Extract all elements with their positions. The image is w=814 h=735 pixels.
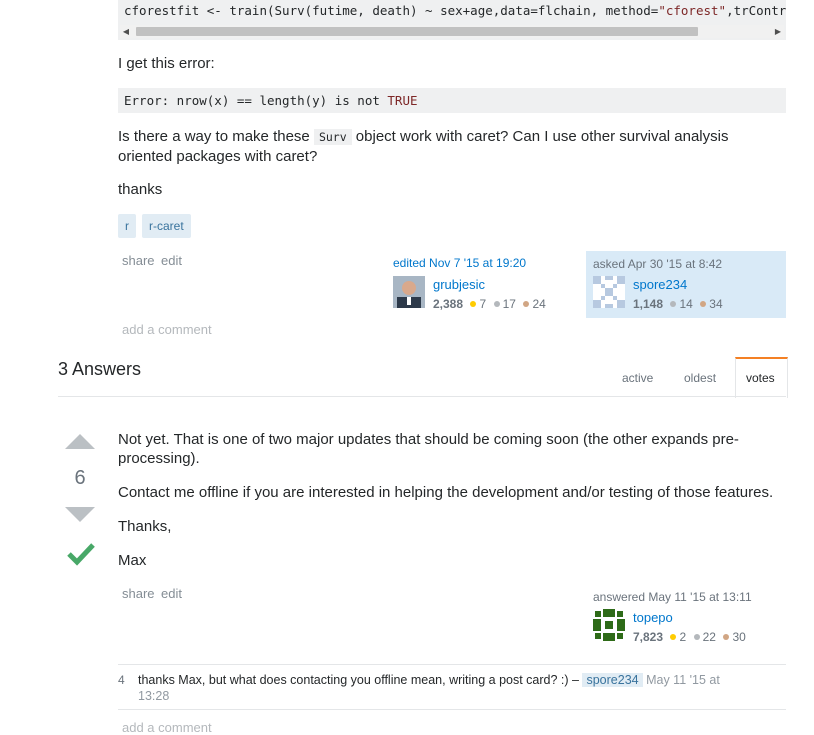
vote-count: 6 (74, 467, 86, 489)
error-code-block: Error: nrow(x) == length(y) is not TRUE (118, 88, 786, 113)
comment: thanks Max, but what does contacting you… (138, 672, 786, 704)
arrow-up-icon (65, 434, 95, 449)
inline-code: Surv (313, 129, 352, 145)
avatar[interactable] (593, 276, 625, 308)
answer-share-link[interactable]: share (122, 586, 155, 601)
gold-badge-icon (470, 301, 477, 307)
downvote-button[interactable] (64, 506, 96, 529)
answer-edit-link[interactable]: edit (161, 586, 182, 601)
tab-votes[interactable]: votes (735, 357, 788, 398)
upvote-button[interactable] (64, 432, 96, 455)
header-divider (58, 396, 786, 397)
horizontal-scrollbar[interactable]: ◀ ▶ (120, 25, 784, 38)
avatar[interactable] (593, 609, 625, 641)
tab-active[interactable]: active (622, 371, 653, 385)
asker-reputation: 1,148 14 34 (633, 297, 723, 311)
checkmark-icon (67, 543, 95, 566)
bronze-badge-icon (700, 301, 707, 307)
bronze-badge-icon (723, 634, 730, 640)
answered-timestamp: answered May 11 '15 at 13:11 (593, 590, 752, 604)
comment-divider-bottom (118, 709, 786, 710)
arrow-down-icon (65, 507, 95, 522)
edited-timestamp[interactable]: edited Nov 7 '15 at 19:20 (393, 256, 526, 270)
asked-timestamp: asked Apr 30 '15 at 8:42 (593, 257, 723, 271)
scroll-right-icon[interactable]: ▶ (772, 25, 784, 38)
answer-add-comment-link[interactable]: add a comment (122, 720, 212, 735)
answer-paragraph-2: Contact me offline if you are interested… (118, 484, 774, 501)
add-comment-link[interactable]: add a comment (122, 322, 212, 337)
tag-r[interactable]: r (118, 214, 136, 238)
tag-r-caret[interactable]: r-caret (142, 214, 191, 238)
comment-user[interactable]: spore234 (582, 673, 643, 687)
scroll-left-icon[interactable]: ◀ (120, 25, 132, 38)
silver-badge-icon (670, 301, 677, 307)
asker-card: asked Apr 30 '15 at 8:42 spore234 1,148 … (586, 251, 786, 318)
share-link[interactable]: share (122, 253, 155, 268)
error-text: Error: nrow(x) == length(y) is not TRUE (124, 93, 418, 108)
comment-score: 4 (118, 673, 125, 687)
edit-link[interactable]: edit (161, 253, 182, 268)
question-text: Is there a way to make these Surv object… (118, 128, 729, 165)
avatar[interactable] (393, 276, 425, 308)
editor-reputation: 2,388 7 17 24 (433, 297, 546, 311)
avatar-grubjesic-icon (393, 276, 425, 308)
bronze-badge-icon (523, 301, 530, 307)
identicon-spore234-icon (593, 276, 625, 308)
tab-votes-label: votes (746, 371, 775, 385)
comment-divider (118, 664, 786, 665)
code-block: cforestfit <- train(Surv(futime, death) … (118, 0, 786, 40)
comment-date-line2: 13:28 (138, 689, 170, 703)
identicon-topepo-icon (593, 609, 625, 641)
silver-badge-icon (693, 634, 700, 640)
tab-oldest[interactable]: oldest (684, 371, 716, 385)
editor-name[interactable]: grubjesic (433, 277, 485, 292)
thanks-text: thanks (118, 181, 163, 198)
comment-text: thanks Max, but what does contacting you… (138, 673, 579, 687)
answer-paragraph-4: Max (118, 552, 147, 569)
scrollbar-thumb[interactable] (136, 27, 698, 36)
gold-badge-icon (670, 634, 677, 640)
code-line: cforestfit <- train(Surv(futime, death) … (124, 3, 786, 18)
answer-paragraph-3: Thanks, (118, 518, 172, 535)
answers-count-heading: 3 Answers (58, 359, 142, 379)
silver-badge-icon (493, 301, 500, 307)
comment-date: May 11 '15 at (646, 673, 720, 687)
error-intro: I get this error: (118, 55, 215, 72)
accepted-answer-check (66, 541, 96, 572)
asker-name[interactable]: spore234 (633, 277, 687, 292)
answer-paragraph-1: Not yet. That is one of two major update… (118, 431, 739, 467)
author-name[interactable]: topepo (633, 610, 673, 625)
author-reputation: 7,823 2 22 30 (633, 630, 746, 644)
